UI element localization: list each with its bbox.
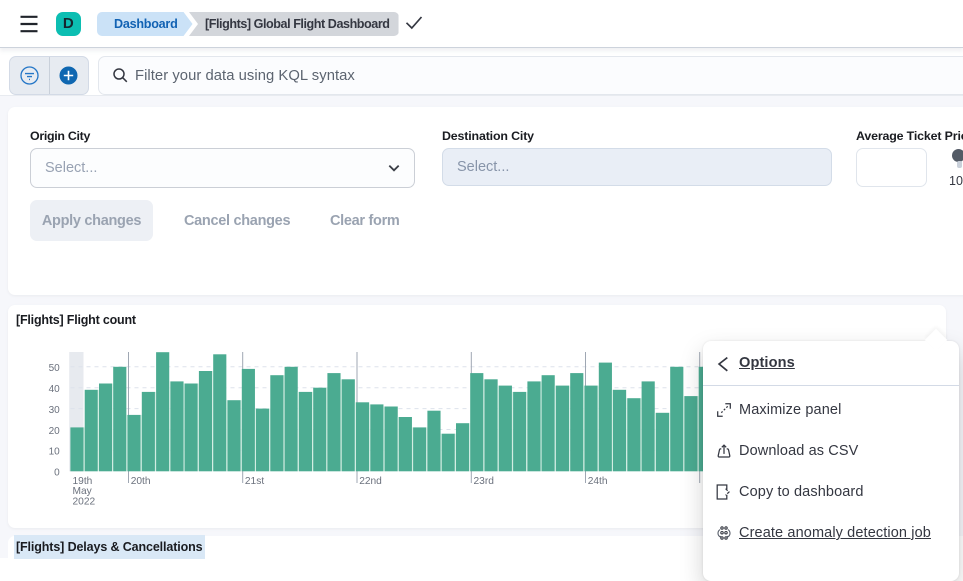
svg-text:21st: 21st: [245, 476, 264, 487]
svg-text:2022: 2022: [73, 497, 96, 508]
svg-text:20: 20: [49, 426, 61, 437]
svg-text:0: 0: [54, 468, 60, 479]
svg-text:22nd: 22nd: [359, 476, 382, 487]
svg-text:50: 50: [49, 363, 61, 374]
svg-text:23rd: 23rd: [474, 476, 495, 487]
svg-text:24th: 24th: [588, 476, 608, 487]
svg-text:10: 10: [49, 447, 61, 458]
svg-text:30: 30: [49, 405, 61, 416]
svg-text:20th: 20th: [131, 476, 151, 487]
svg-text:40: 40: [49, 384, 61, 395]
svg-text:19th: 19th: [73, 476, 93, 487]
svg-text:May: May: [73, 486, 93, 497]
